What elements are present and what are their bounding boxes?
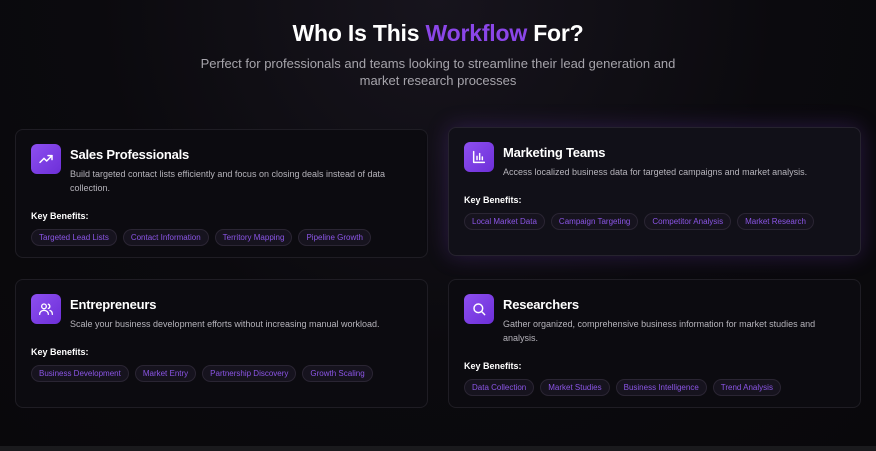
key-benefits-label: Key Benefits: — [31, 211, 89, 221]
card-title: Researchers — [503, 297, 579, 312]
benefit-tag: Targeted Lead Lists — [31, 229, 117, 246]
benefit-tag: Market Entry — [134, 365, 197, 382]
key-benefits-label: Key Benefits: — [31, 347, 89, 357]
card-description: Scale your business development efforts … — [70, 319, 380, 329]
card-title: Sales Professionals — [70, 147, 190, 162]
benefit-tag: Territory Mapping — [214, 229, 293, 246]
title-suffix: For? — [527, 20, 584, 46]
bottom-divider — [0, 446, 876, 451]
card-entrepreneurs: Entrepreneurs Scale your business develo… — [15, 279, 428, 408]
benefit-tag: Market Studies — [540, 379, 610, 396]
card-description: Build targeted contact lists efficiently… — [70, 169, 386, 193]
card-title: Marketing Teams — [503, 145, 606, 160]
benefit-tag: Competitor Analysis — [644, 213, 732, 230]
benefit-tag: Campaign Targeting — [550, 213, 639, 230]
card-description: Access localized business data for targe… — [503, 167, 808, 177]
card-marketing-teams: Marketing Teams Access localized busines… — [448, 127, 861, 256]
benefit-tag: Market Research — [737, 213, 814, 230]
search-icon — [464, 294, 494, 324]
trending-up-icon — [31, 144, 61, 174]
bar-chart-icon — [464, 142, 494, 172]
benefit-tag: Local Market Data — [464, 213, 545, 230]
key-benefits-label: Key Benefits: — [464, 361, 522, 371]
benefit-tag: Pipeline Growth — [298, 229, 371, 246]
benefit-tag: Partnership Discovery — [202, 365, 297, 382]
benefit-tags: Local Market Data Campaign Targeting Com… — [464, 213, 814, 230]
benefit-tag: Growth Scaling — [302, 365, 373, 382]
benefit-tags: Targeted Lead Lists Contact Information … — [31, 229, 371, 246]
title-accent: Workflow — [425, 20, 528, 46]
section-title: Who Is This Workflow For? — [0, 20, 876, 47]
section-subtitle: Perfect for professionals and teams look… — [200, 56, 676, 88]
benefit-tag: Business Development — [31, 365, 129, 382]
card-researchers: Researchers Gather organized, comprehens… — [448, 279, 861, 408]
benefit-tag: Data Collection — [464, 379, 535, 396]
key-benefits-label: Key Benefits: — [464, 195, 522, 205]
page: Who Is This Workflow For? Perfect for pr… — [0, 0, 876, 451]
benefit-tag: Contact Information — [122, 229, 209, 246]
users-icon — [31, 294, 61, 324]
benefit-tags: Business Development Market Entry Partne… — [31, 365, 373, 382]
card-description: Gather organized, comprehensive business… — [503, 319, 816, 343]
benefit-tag: Trend Analysis — [712, 379, 781, 396]
card-sales-professionals: Sales Professionals Build targeted conta… — [15, 129, 428, 258]
benefit-tags: Data Collection Market Studies Business … — [464, 379, 781, 396]
title-prefix: Who Is This — [292, 20, 426, 46]
benefit-tag: Business Intelligence — [615, 379, 707, 396]
card-title: Entrepreneurs — [70, 297, 157, 312]
